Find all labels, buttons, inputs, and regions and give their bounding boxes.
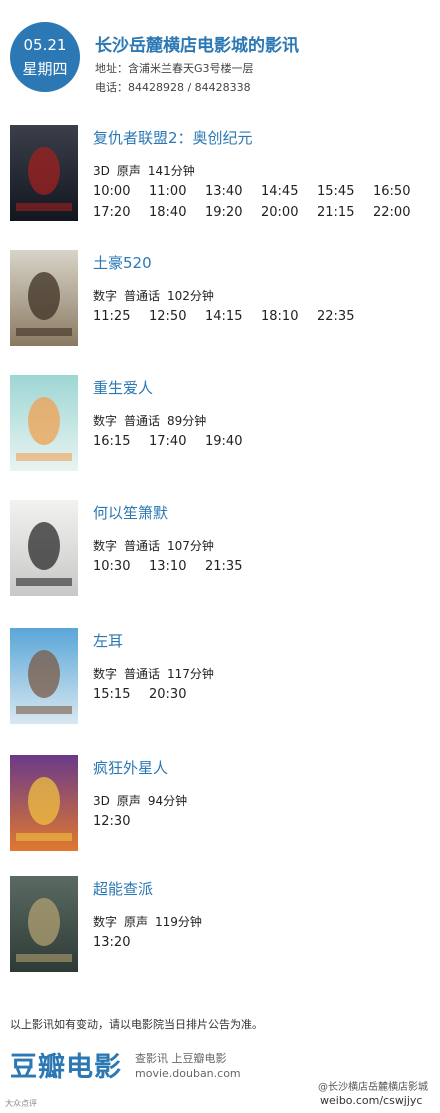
showtime[interactable]: 20:00 — [261, 204, 317, 222]
showtime-list: 16:15 17:40 19:40 — [93, 430, 433, 451]
showtime[interactable]: 10:30 — [93, 558, 149, 576]
showtime[interactable]: 13:20 — [93, 934, 149, 952]
credit-watermark: 大众点评 — [5, 1099, 37, 1108]
showtime[interactable]: 13:40 — [205, 183, 261, 201]
showtime[interactable]: 21:35 — [205, 558, 261, 576]
movie-title[interactable]: 超能查派 — [93, 878, 153, 899]
movie-format: 3D — [93, 164, 110, 178]
douban-url[interactable]: movie.douban.com — [135, 1067, 241, 1080]
showtime[interactable]: 17:20 — [93, 204, 149, 222]
showtime[interactable]: 13:10 — [149, 558, 205, 576]
header: 05.21 星期四 长沙岳麓横店电影城的影讯 地址：含浦米兰春天G3号楼一层 电… — [0, 0, 440, 110]
douban-tagline: 查影讯 上豆瓣电影 — [135, 1052, 227, 1065]
showtime[interactable]: 19:40 — [205, 433, 261, 451]
movie-duration: 94分钟 — [147, 794, 188, 808]
movie-title[interactable]: 土豪520 — [93, 252, 152, 273]
movie-language: 普通话 — [124, 289, 161, 303]
showtime[interactable]: 14:15 — [205, 308, 261, 326]
movie-meta: 数字 普通话 117分钟 — [93, 665, 221, 682]
showtime-list: 11:25 12:50 14:15 18:10 22:35 — [93, 305, 433, 326]
disclaimer-note: 以上影讯如有变动，请以电影院当日排片公告为准。 — [10, 1018, 263, 1031]
showtime[interactable]: 17:40 — [149, 433, 205, 451]
movie-title[interactable]: 疯狂外星人 — [93, 757, 168, 778]
showtime-list: 13:20 — [93, 931, 433, 952]
showtime[interactable]: 16:15 — [93, 433, 149, 451]
showtime-list: 15:15 20:30 — [93, 683, 433, 704]
movie-item[interactable]: 重生爱人数字 普通话 89分钟 16:15 17:40 19:40 — [0, 375, 440, 475]
movie-duration: 141分钟 — [147, 164, 195, 178]
movie-meta: 数字 普通话 102分钟 — [93, 287, 221, 304]
showtime-list: 12:30 — [93, 810, 433, 831]
cinema-address: 地址：含浦米兰春天G3号楼一层 — [95, 62, 254, 75]
movie-language: 原声 — [116, 794, 141, 808]
movie-language: 普通话 — [124, 414, 161, 428]
showtime[interactable]: 16:50 — [373, 183, 429, 201]
movie-poster[interactable] — [10, 628, 78, 724]
weibo-url: weibo.com/cswjjyc — [320, 1094, 423, 1107]
showtime[interactable]: 11:00 — [149, 183, 205, 201]
movie-item[interactable]: 疯狂外星人 3D 原声 94分钟 12:30 — [0, 755, 440, 855]
cinema-title: 长沙岳麓横店电影城的影讯 — [95, 36, 299, 56]
movie-title[interactable]: 复仇者联盟2：奥创纪元 — [93, 127, 253, 148]
movie-title[interactable]: 左耳 — [93, 630, 123, 651]
movie-language: 原声 — [124, 915, 149, 929]
showtime[interactable]: 18:40 — [149, 204, 205, 222]
movie-meta: 数字 普通话 107分钟 — [93, 537, 221, 554]
showtime-list: 10:30 13:10 21:35 — [93, 555, 433, 576]
showtime-list: 10:00 11:00 13:40 14:45 15:45 16:50 17:20 18:40… — [93, 180, 433, 222]
movie-item[interactable]: 复仇者联盟2：奥创纪元 3D 原声 141分钟 10:00 11:00 13:40 14:45… — [0, 125, 440, 225]
showtime[interactable]: 19:20 — [205, 204, 261, 222]
showtime[interactable]: 21:15 — [317, 204, 373, 222]
movie-poster[interactable] — [10, 250, 78, 346]
movie-duration: 119分钟 — [155, 915, 202, 929]
movie-title[interactable]: 何以笙箫默 — [93, 502, 168, 523]
movie-format: 数字 — [93, 667, 118, 681]
movie-poster[interactable] — [10, 755, 78, 851]
showtime[interactable]: 15:45 — [317, 183, 373, 201]
movie-poster[interactable] — [10, 375, 78, 471]
movie-duration: 102分钟 — [167, 289, 214, 303]
showtime[interactable]: 22:00 — [373, 204, 429, 222]
movie-poster[interactable] — [10, 125, 78, 221]
movie-poster[interactable] — [10, 500, 78, 596]
weibo-watermark: @长沙横店岳麓横店影城 — [318, 1082, 428, 1093]
movie-language: 普通话 — [124, 539, 161, 553]
showtime[interactable]: 22:35 — [317, 308, 373, 326]
movie-language: 普通话 — [124, 667, 161, 681]
date-text: 05.21 — [23, 36, 67, 54]
movie-item[interactable]: 左耳数字 普通话 117分钟 15:15 20:30 — [0, 628, 440, 728]
showtime[interactable]: 12:30 — [93, 813, 149, 831]
date-badge: 05.21 星期四 — [10, 22, 80, 92]
movie-title[interactable]: 重生爱人 — [93, 377, 153, 398]
movie-format: 3D — [93, 794, 110, 808]
movie-format: 数字 — [93, 414, 118, 428]
movie-poster[interactable] — [10, 876, 78, 972]
movie-format: 数字 — [93, 539, 118, 553]
movie-meta: 3D 原声 141分钟 — [93, 162, 202, 179]
showtime[interactable]: 10:00 — [93, 183, 149, 201]
showtime[interactable]: 12:50 — [149, 308, 205, 326]
showtime[interactable]: 15:15 — [93, 686, 149, 704]
movie-format: 数字 — [93, 289, 118, 303]
movie-meta: 数字 原声 119分钟 — [93, 913, 209, 930]
showtime[interactable]: 11:25 — [93, 308, 149, 326]
movie-meta: 数字 普通话 89分钟 — [93, 412, 213, 429]
showtime[interactable]: 18:10 — [261, 308, 317, 326]
movie-item[interactable]: 土豪520 数字 普通话 102分钟 11:25 12:50 14:15 18:10 22:35 — [0, 250, 440, 350]
showtime[interactable]: 14:45 — [261, 183, 317, 201]
movie-duration: 89分钟 — [167, 414, 207, 428]
douban-movie-logo[interactable]: 豆瓣电影 — [10, 1045, 122, 1084]
movie-item[interactable]: 何以笙箫默数字 普通话 107分钟 10:30 13:10 21:35 — [0, 500, 440, 600]
showtime[interactable]: 20:30 — [149, 686, 205, 704]
movie-format: 数字 — [93, 915, 118, 929]
movie-duration: 117分钟 — [167, 667, 214, 681]
movie-item[interactable]: 超能查派数字 原声 119分钟 13:20 — [0, 876, 440, 976]
movie-meta: 3D 原声 94分钟 — [93, 792, 194, 809]
weekday-text: 星期四 — [22, 60, 68, 78]
movie-language: 原声 — [116, 164, 141, 178]
cinema-phone: 电话：84428928 / 84428338 — [95, 81, 251, 94]
movie-duration: 107分钟 — [167, 539, 214, 553]
